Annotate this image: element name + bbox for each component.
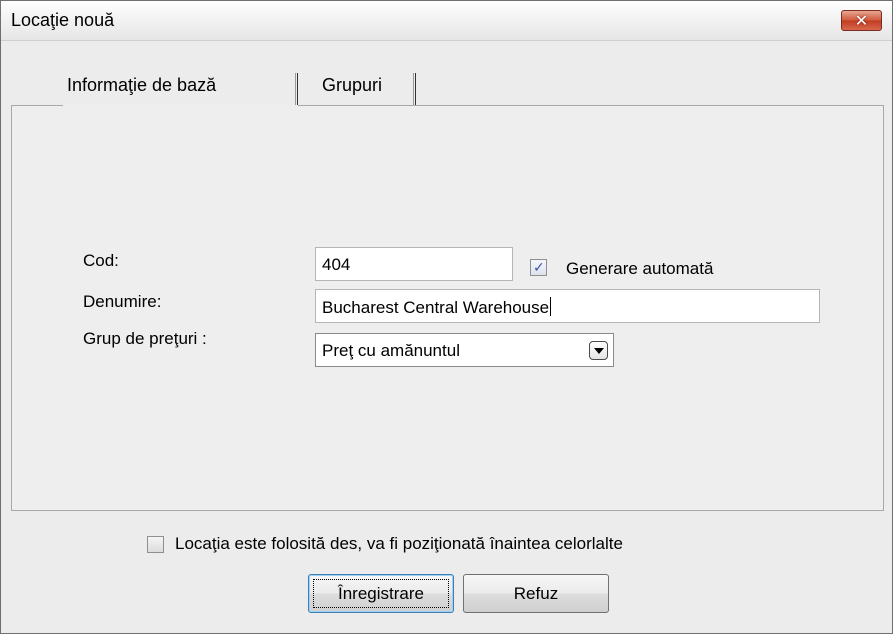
code-input[interactable]: 404 bbox=[315, 247, 513, 281]
code-input-value: 404 bbox=[322, 255, 351, 274]
chevron-down-icon[interactable] bbox=[589, 341, 608, 360]
frequent-location-label[interactable]: Locaţia este folosită des, va fi poziţio… bbox=[175, 534, 623, 554]
auto-generate-checkbox[interactable]: ✓ bbox=[530, 259, 547, 276]
frequent-location-checkbox[interactable] bbox=[147, 536, 164, 553]
focus-ring bbox=[313, 579, 449, 608]
tab-divider bbox=[413, 73, 416, 105]
title-bar[interactable]: Locaţie nouă ✕ bbox=[1, 1, 892, 41]
tab-groups[interactable]: Grupuri bbox=[298, 65, 418, 105]
checkmark-icon: ✓ bbox=[533, 260, 545, 276]
price-group-value: Preţ cu amănuntul bbox=[322, 341, 460, 360]
text-caret bbox=[550, 297, 552, 316]
panel-border bbox=[11, 105, 63, 106]
price-group-select[interactable]: Preţ cu amănuntul bbox=[315, 333, 614, 367]
close-icon: ✕ bbox=[854, 11, 869, 30]
name-input-value: Bucharest Central Warehouse bbox=[322, 298, 550, 317]
close-button[interactable]: ✕ bbox=[841, 10, 882, 31]
auto-generate-label[interactable]: Generare automată bbox=[566, 259, 713, 279]
price-group-label: Grup de preţuri : bbox=[83, 329, 207, 348]
cancel-button[interactable]: Refuz bbox=[463, 574, 609, 613]
tab-groups-label: Grupuri bbox=[322, 75, 383, 95]
dialog-window: Locaţie nouă ✕ Informaţie de bază Grupur… bbox=[0, 0, 893, 634]
tab-basic-info-label: Informaţie de bază bbox=[67, 75, 217, 95]
window-title: Locaţie nouă bbox=[11, 10, 115, 30]
panel-border bbox=[298, 105, 884, 106]
tab-basic-info[interactable]: Informaţie de bază bbox=[63, 65, 298, 105]
cancel-button-label: Refuz bbox=[513, 584, 559, 603]
code-label: Cod: bbox=[83, 251, 119, 270]
name-label: Denumire: bbox=[83, 292, 162, 311]
save-button[interactable]: Înregistrare bbox=[308, 574, 454, 613]
name-input[interactable]: Bucharest Central Warehouse bbox=[315, 289, 820, 323]
